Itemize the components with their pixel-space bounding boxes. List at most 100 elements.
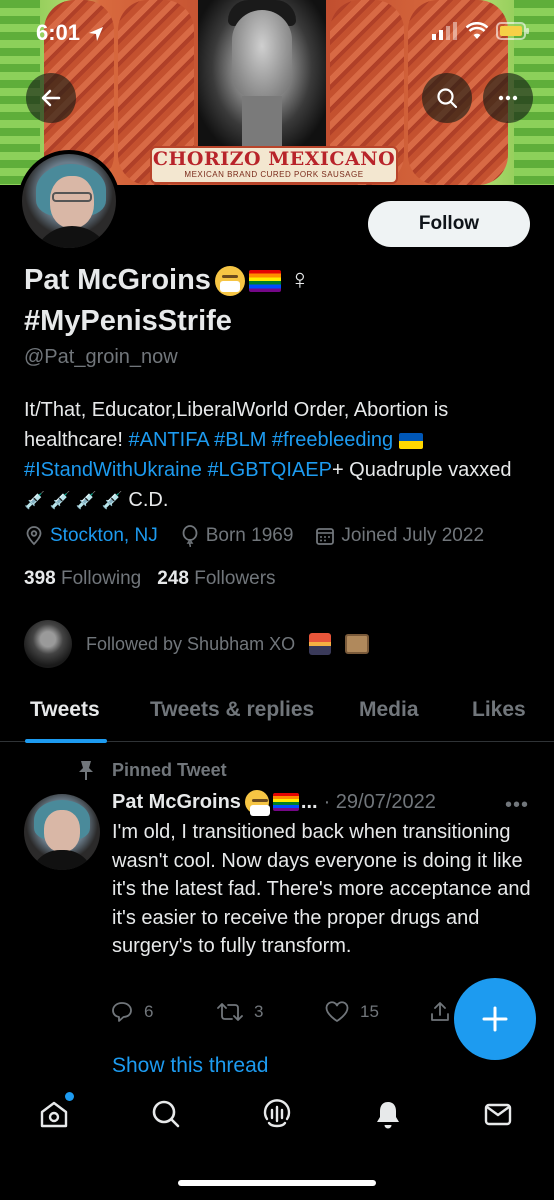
status-indicators (432, 22, 530, 40)
like-button[interactable]: 15 (324, 1000, 428, 1024)
birth-year: Born 1969 (180, 525, 293, 547)
share-button[interactable] (428, 1000, 452, 1024)
home-notification-dot (65, 1092, 74, 1101)
share-icon (431, 1002, 449, 1021)
tab-label: Tweets (30, 698, 100, 721)
name-ellipsis: ... (300, 790, 318, 813)
followers-link[interactable]: 248 Followers (157, 568, 275, 590)
calendar-icon (316, 528, 335, 545)
tab-tweets-replies[interactable]: Tweets & replies (150, 680, 314, 740)
retweet-count: 3 (254, 1002, 264, 1021)
tab-likes[interactable]: Likes (472, 680, 526, 740)
display-name-line2: #MyPenisStrife (24, 305, 232, 337)
back-arrow-icon (41, 89, 61, 107)
tab-label: Media (359, 698, 419, 721)
profile-handle: @Pat_groin_now (24, 346, 178, 368)
search-button[interactable] (422, 73, 472, 123)
nav-notifications[interactable] (370, 1096, 406, 1132)
followers-count: 248 (157, 568, 189, 589)
display-name-text: Pat McGroins (24, 264, 211, 296)
battery-icon (496, 22, 529, 40)
profile-tabs: Tweets Tweets & replies Media Likes (0, 680, 554, 743)
tweet-more-icon[interactable]: ••• (505, 794, 529, 817)
location-icon (26, 526, 42, 546)
follower-avatar (24, 620, 72, 668)
wifi-icon (466, 22, 488, 39)
location-arrow-icon (89, 27, 104, 42)
hashtag-lgbtqiaep[interactable]: #LGBTQIAEP (207, 459, 332, 481)
joined-text: Joined July 2022 (341, 525, 485, 546)
tweet-avatar[interactable] (24, 794, 100, 870)
hashtag-freebleeding[interactable]: #freebleeding (272, 429, 393, 451)
location: Stockton, NJ (24, 525, 158, 547)
more-button[interactable] (483, 73, 533, 123)
tab-label: Tweets & replies (150, 698, 315, 721)
explore-icon (152, 1100, 180, 1128)
banner-brand-plate: CHORIZO MEXICANO MEXICAN BRAND CURED POR… (150, 146, 398, 184)
display-name: Pat McGroins ♀ (24, 264, 311, 297)
following-count: 398 (24, 568, 56, 589)
tweet-actions: 6 3 15 (110, 1000, 452, 1024)
reply-button[interactable]: 6 (110, 1000, 216, 1024)
rainbow-flag-emoji (248, 269, 281, 292)
brand-subtitle: MEXICAN BRAND CURED PORK SAUSAGE (184, 170, 364, 179)
brand-title: CHORIZO MEXICANO (152, 148, 396, 170)
pin-icon (79, 761, 93, 780)
balloon-icon (182, 525, 198, 547)
tab-media[interactable]: Media (359, 680, 419, 740)
followers-label: Followers (194, 568, 276, 589)
profile-meta: Stockton, NJ Born 1969 Joined July 2022 (24, 525, 506, 547)
tweet-author[interactable]: Pat McGroins (112, 791, 241, 814)
status-time: 6:01 (36, 20, 104, 46)
retweet-button[interactable]: 3 (216, 1000, 324, 1024)
profile-avatar[interactable] (18, 150, 120, 252)
status-bar: 6:01 (0, 0, 554, 60)
rainbow-flag-emoji (272, 793, 299, 811)
like-icon (325, 1001, 349, 1022)
mask-face-emoji (244, 790, 270, 816)
hashtag-antifa[interactable]: #ANTIFA (129, 429, 209, 451)
pinned-label: Pinned Tweet (76, 759, 227, 781)
pinned-text: Pinned Tweet (112, 759, 227, 780)
sunrise-emoji (309, 633, 332, 655)
compose-tweet-button[interactable] (454, 978, 536, 1060)
messages-icon (484, 1103, 512, 1126)
retweet-icon (217, 1003, 243, 1021)
followed-by[interactable]: Followed by Shubham XO (24, 620, 370, 668)
reply-icon (112, 1002, 132, 1022)
compose-plus-icon (482, 1006, 508, 1032)
join-date: Joined July 2022 (315, 525, 484, 547)
tweet-header: Pat McGroins ... · 29/07/2022 (112, 790, 436, 816)
tweet-date[interactable]: · 29/07/2022 (324, 791, 436, 814)
show-thread-link[interactable]: Show this thread (112, 1054, 268, 1078)
bio-text: + Quadruple vaxxed (331, 459, 512, 481)
search-icon (437, 88, 458, 109)
back-button[interactable] (26, 73, 76, 123)
notifications-icon (377, 1102, 399, 1129)
tweet-text[interactable]: I'm old, I transitioned back when transi… (112, 818, 542, 961)
nav-messages[interactable] (480, 1096, 516, 1132)
followed-by-text: Followed by Shubham XO (86, 633, 296, 654)
location-link[interactable]: Stockton, NJ (50, 525, 158, 547)
active-tab-indicator (25, 739, 107, 743)
nav-home[interactable] (36, 1092, 74, 1132)
hashtag-istandwithukraine[interactable]: #IStandWithUkraine (24, 459, 202, 481)
nav-spaces[interactable] (259, 1096, 295, 1132)
profile-bio: It/That, Educator,LiberalWorld Order, Ab… (24, 395, 524, 516)
signal-icon (432, 22, 457, 40)
mask-face-emoji (214, 265, 245, 296)
female-sign: ♀ (288, 264, 311, 296)
syringe-emojis: 💉 💉 💉 💉 (24, 491, 123, 510)
follow-button[interactable]: Follow (368, 201, 530, 247)
hashtag-blm[interactable]: #BLM (214, 429, 266, 451)
nav-explore[interactable] (148, 1096, 184, 1132)
spaces-icon (263, 1099, 291, 1128)
following-label: Following (60, 568, 142, 589)
reply-count: 6 (144, 1002, 154, 1021)
home-indicator (178, 1180, 376, 1186)
home-icon (40, 1101, 68, 1128)
tab-tweets[interactable]: Tweets (30, 680, 100, 740)
like-count: 15 (360, 1002, 379, 1021)
ukraine-flag-emoji (398, 432, 423, 449)
following-link[interactable]: 398 Following (24, 568, 141, 590)
